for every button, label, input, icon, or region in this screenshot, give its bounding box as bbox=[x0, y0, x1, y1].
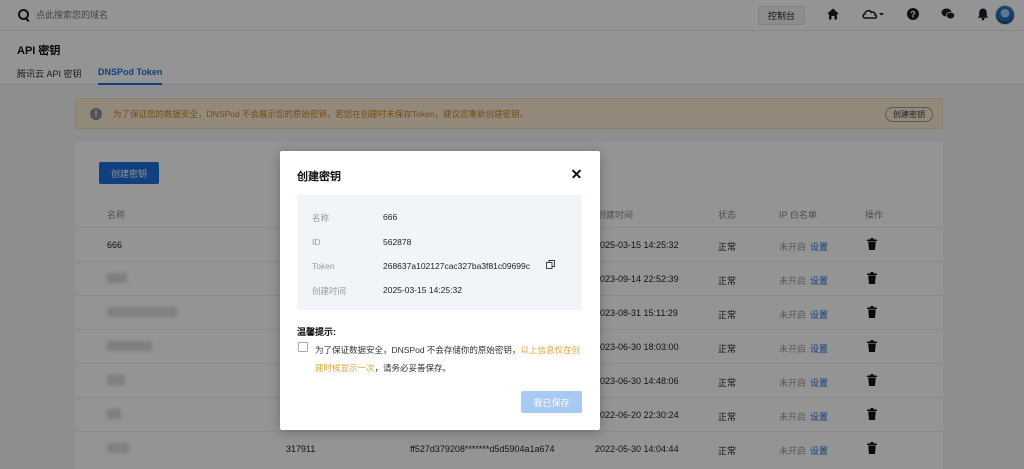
field-label-token: Token bbox=[312, 261, 335, 271]
tip-text-end: ，请务必妥善保存。 bbox=[374, 363, 452, 373]
field-value-id: 562878 bbox=[383, 237, 412, 247]
dialog-title: 创建密钥 bbox=[297, 171, 341, 183]
field-value-token: 268637a102127cac327ba3f81c09699c bbox=[383, 261, 530, 271]
field-value-name: 666 bbox=[383, 212, 398, 222]
close-icon[interactable] bbox=[571, 168, 582, 179]
acknowledge-checkbox[interactable] bbox=[298, 342, 308, 352]
field-value-created: 2025-03-15 14:25:32 bbox=[383, 285, 462, 295]
create-key-dialog: 创建密钥 名称 666 ID 562878 Token 268637a10212… bbox=[280, 151, 600, 430]
field-label-created: 创建时间 bbox=[312, 286, 347, 296]
tip-title: 温馨提示: bbox=[297, 327, 336, 337]
key-info-box: 名称 666 ID 562878 Token 268637a102127cac3… bbox=[297, 195, 582, 310]
saved-confirm-button[interactable]: 我已保存 bbox=[521, 391, 582, 413]
copy-icon[interactable] bbox=[546, 260, 555, 269]
field-label-id: ID bbox=[312, 237, 321, 247]
tip-text-main: 为了保证数据安全，DNSPod 不会存储你的原始密钥， bbox=[315, 345, 521, 355]
tip-text: 为了保证数据安全，DNSPod 不会存储你的原始密钥，以上信息仅在创建时候显示一… bbox=[315, 341, 585, 377]
field-label-name: 名称 bbox=[312, 213, 330, 223]
